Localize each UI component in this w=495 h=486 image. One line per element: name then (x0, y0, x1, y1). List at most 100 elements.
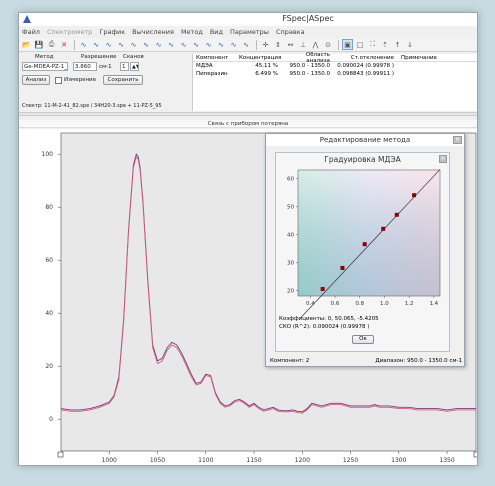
spectrum-tool-2-icon[interactable]: ∿ (91, 39, 102, 50)
open-icon[interactable]: 📂 (21, 39, 32, 50)
close-icon[interactable]: × (439, 155, 447, 163)
y-tick-label: 20 (45, 363, 53, 370)
cal-x-tick-label: 1.0 (380, 301, 389, 307)
x-tick-label: 1250 (343, 457, 358, 464)
x-tick-label: 1200 (295, 457, 310, 464)
print-icon[interactable]: ⎙ (46, 39, 57, 50)
menu-item[interactable]: Параметры (230, 28, 269, 36)
resolution-label: Разрешение (81, 54, 117, 60)
spectrum-tool-9-icon[interactable]: ∿ (178, 39, 189, 50)
cal-y-tick-label: 30 (287, 260, 294, 266)
cell-range: 950.0 - 1350.0 (289, 71, 330, 77)
resolution-input[interactable]: 3.860 (73, 62, 97, 71)
ok-button[interactable]: Ок (352, 335, 374, 344)
menu-item[interactable]: Вычисления (132, 28, 174, 36)
spectrum-tool-8-icon[interactable]: ∿ (166, 39, 177, 50)
scans-stepper[interactable]: ▲▼ (130, 62, 139, 71)
down-arrow-icon[interactable]: ↓ (405, 39, 416, 50)
spectrum-tool-3-icon[interactable]: ∿ (103, 39, 114, 50)
calibration-chart[interactable]: 20304050600.4 0.6 0.8 1.0 1.2 1.4 (276, 166, 449, 318)
vertical-line-icon[interactable]: ⇕ (273, 39, 284, 50)
menu-item[interactable]: Спектрометр (47, 28, 92, 36)
calibration-title: Градуировка МДЭА (324, 155, 401, 164)
calibration-plot-overlay (297, 169, 441, 297)
dialog-title: Редактирование метода (266, 134, 464, 146)
spectrum-tool-12-icon[interactable]: ∿ (216, 39, 227, 50)
spectrum-tool-6-icon[interactable]: ∿ (141, 39, 152, 50)
cell-deviation: 0.098843 (0.99911 ) (337, 71, 394, 77)
y-tick-label: 80 (45, 204, 53, 211)
menu-item[interactable]: Справка (276, 28, 305, 36)
up-arrow-1-icon[interactable]: ⇡ (380, 39, 391, 50)
table-row[interactable]: МДЭА 45.11 % 950.0 - 1350.0 0.090024 (0.… (193, 62, 477, 70)
cal-x-tick-label: 0.8 (355, 301, 364, 307)
calibration-point[interactable] (394, 212, 399, 217)
measurement-checkbox[interactable] (55, 77, 62, 84)
left-range-handle[interactable] (57, 451, 64, 458)
col-header-note[interactable]: Примечание (397, 55, 447, 61)
x-tick-label: 1000 (102, 457, 117, 464)
results-header: Компонент Концентрация Область анализа С… (193, 52, 477, 64)
resolution-unit: см-1 (99, 64, 112, 70)
calibration-point[interactable] (362, 242, 367, 247)
connection-status: Связь с прибором потеряна (19, 120, 477, 128)
cal-y-tick-label: 40 (287, 232, 294, 238)
spectrum-tool-13-icon[interactable]: ∿ (228, 39, 239, 50)
spectrum-tool-1-icon[interactable]: ∿ (78, 39, 89, 50)
spectrum-tool-11-icon[interactable]: ∿ (203, 39, 214, 50)
zoom-reset-icon[interactable]: ⊙ (323, 39, 334, 50)
calibration-point[interactable] (340, 266, 345, 270)
calibration-point[interactable] (412, 193, 417, 198)
col-header-deviation[interactable]: Ст.отклонение (333, 55, 397, 61)
peak-icon[interactable]: ⋀ (310, 39, 321, 50)
menu-item[interactable]: Метод (181, 28, 203, 36)
title-bar: FSpec|ASpec (19, 13, 477, 26)
square-icon[interactable]: □ (355, 39, 366, 50)
right-range-handle[interactable] (473, 451, 478, 458)
delete-icon[interactable]: ✕ (59, 39, 70, 50)
col-header-component[interactable]: Компонент (193, 55, 239, 61)
spectrum-tool-10-icon[interactable]: ∿ (191, 39, 202, 50)
y-tick-label: 60 (45, 257, 53, 264)
cell-component: Пиперазин (196, 71, 228, 77)
spectrum-tool-14-icon[interactable]: ∿ (241, 39, 252, 50)
menu-item[interactable]: График (99, 28, 125, 36)
method-select[interactable]: Ge-MDEA-PZ-1_0 (22, 62, 68, 71)
cursor-cross-icon[interactable]: ✛ (260, 39, 271, 50)
method-controls: Метод Ge-MDEA-PZ-1_0 Разрешение 3.860 см… (19, 53, 189, 111)
fit-icon[interactable]: ⛶ (367, 39, 378, 50)
col-header-range[interactable]: Область анализа (281, 52, 333, 64)
analyze-button[interactable]: Анализ (22, 75, 50, 85)
cal-x-tick-label: 1.4 (429, 301, 438, 307)
x-tick-label: 1050 (150, 457, 165, 464)
x-tick-label: 1150 (246, 457, 261, 464)
spectrum-tool-7-icon[interactable]: ∿ (153, 39, 164, 50)
save-icon[interactable]: 💾 (34, 39, 45, 50)
up-arrow-2-icon[interactable]: ↑ (392, 39, 403, 50)
spectrum-tool-4-icon[interactable]: ∿ (116, 39, 127, 50)
splitter[interactable] (19, 112, 477, 116)
scans-label: Сканов (123, 54, 144, 60)
menu-item[interactable]: Файл (22, 28, 40, 36)
save-button[interactable]: Сохранить (103, 75, 143, 85)
calibration-point[interactable] (320, 287, 325, 291)
toolbar: 📂 💾 ⎙ ✕ ∿ ∿ ∿ ∿ ∿ ∿ ∿ ∿ ∿ ∿ ∿ ∿ ∿ ∿ ✛ ⇕ ↔ ⊥ ⋀ ⊙ ▣ □ ⛶ ⇡ ↑ ↓ (19, 38, 477, 52)
close-icon[interactable]: × (453, 136, 462, 144)
calibration-point[interactable] (381, 226, 386, 231)
table-row[interactable]: Пиперазин 6.499 % 950.0 - 1350.0 0.09884… (193, 70, 477, 78)
spectrum-filename: Спектр: 11-M-2-41_82.spe / 34H20-3.spe +… (22, 103, 162, 109)
horizontal-arrows-icon[interactable]: ↔ (285, 39, 296, 50)
edit-method-dialog: Редактирование метода × Градуировка МДЭА… (265, 133, 465, 367)
cell-concentration: 45.11 % (255, 63, 278, 69)
spectrum-tool-5-icon[interactable]: ∿ (128, 39, 139, 50)
menu-bar: Файл Спектрометр График Вычисления Метод Вид П… (19, 26, 477, 37)
y-tick-label: 40 (45, 310, 53, 317)
monitor-icon[interactable]: ▣ (342, 39, 353, 50)
cell-concentration: 6.499 % (255, 71, 278, 77)
cell-deviation: 0.090024 (0.99978 ) (337, 63, 394, 69)
baseline-icon[interactable]: ⊥ (298, 39, 309, 50)
menu-item[interactable]: Вид (210, 28, 223, 36)
y-tick-label: 0 (49, 416, 53, 423)
col-header-concentration[interactable]: Концентрация (239, 55, 281, 61)
scans-input[interactable]: 1 (120, 62, 129, 71)
